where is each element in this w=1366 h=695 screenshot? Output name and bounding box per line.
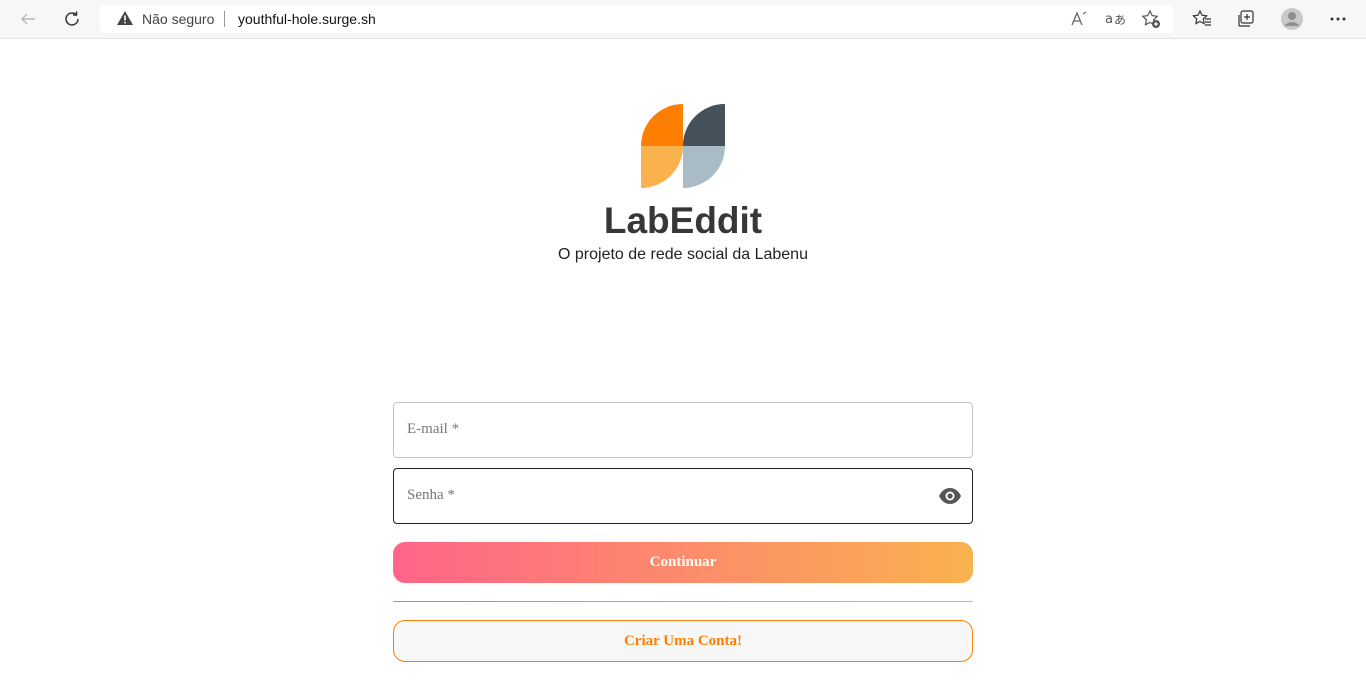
continue-button[interactable]: Continuar: [393, 542, 973, 583]
browser-toolbar: Não seguro youthful-hole.surge.sh aあ: [0, 0, 1366, 39]
brand-tagline: O projeto de rede social da Labenu: [558, 246, 808, 263]
divider: [393, 601, 973, 602]
back-icon: [20, 13, 35, 25]
refresh-icon: [65, 11, 79, 26]
address-bar[interactable]: Não seguro youthful-hole.surge.sh aあ: [100, 5, 1174, 33]
read-aloud-icon[interactable]: [1069, 9, 1089, 29]
profile-icon: [1281, 8, 1303, 30]
warning-icon: [117, 11, 133, 25]
password-input[interactable]: [394, 469, 972, 523]
more-icon: [1330, 17, 1346, 21]
labeddit-logo-icon: [641, 104, 725, 188]
url-text[interactable]: youthful-hole.surge.sh: [238, 11, 376, 27]
add-favorite-icon[interactable]: [1141, 9, 1161, 29]
password-field[interactable]: Senha *: [393, 468, 973, 524]
collections-icon: [1238, 10, 1254, 27]
refresh-button[interactable]: [57, 4, 87, 34]
translate-icon[interactable]: aあ: [1105, 9, 1125, 29]
brand-title: LabEddit: [603, 200, 763, 241]
address-separator: [224, 11, 225, 27]
security-label[interactable]: Não seguro: [142, 11, 214, 27]
create-account-button[interactable]: Criar Uma Conta!: [393, 620, 973, 662]
favorites-icon: [1192, 10, 1211, 26]
more-button[interactable]: [1323, 4, 1353, 34]
favorites-button[interactable]: [1187, 4, 1217, 34]
collections-button[interactable]: [1231, 4, 1261, 34]
show-password-icon[interactable]: [938, 486, 962, 506]
svg-text:あ: あ: [1114, 13, 1125, 27]
email-input[interactable]: [394, 403, 972, 457]
back-button[interactable]: [13, 4, 43, 34]
svg-text:a: a: [1105, 12, 1113, 27]
email-field[interactable]: E-mail *: [393, 402, 973, 458]
profile-button[interactable]: [1277, 4, 1307, 34]
